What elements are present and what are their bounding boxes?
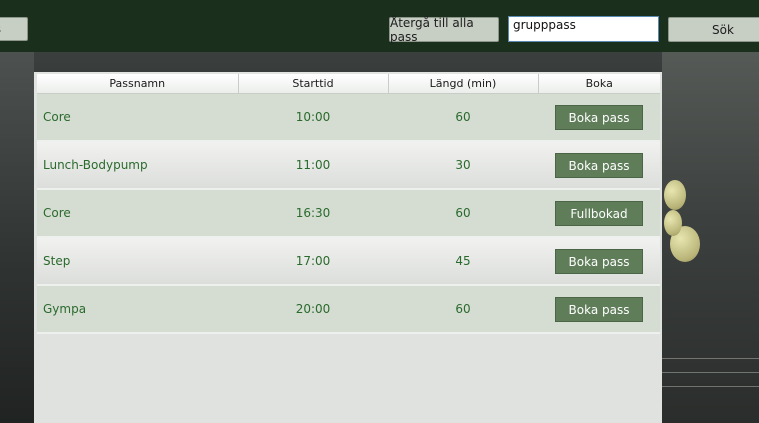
search-button[interactable]: Sök [668, 17, 759, 42]
session-start: 11:00 [238, 141, 388, 190]
balloon-decoration [664, 210, 682, 236]
railing-line [662, 358, 759, 359]
book-session-button[interactable]: Boka pass [555, 104, 643, 130]
fully-booked-button[interactable]: Fullbokad [555, 200, 643, 226]
search-button-label: Sök [712, 22, 734, 37]
book-session-button[interactable]: Boka pass [555, 248, 643, 274]
session-action-cell: Fullbokad [538, 189, 660, 238]
column-header-book[interactable]: Boka [538, 74, 660, 94]
session-name: Lunch-Bodypump [37, 141, 238, 190]
session-action-cell: Boka pass [538, 93, 660, 142]
session-length: 60 [388, 285, 538, 334]
session-start: 10:00 [238, 93, 388, 142]
session-start: 16:30 [238, 189, 388, 238]
table-row: Step 17:00 45 Boka pass [37, 237, 660, 286]
railing-line [662, 372, 759, 373]
session-name: Step [37, 237, 238, 286]
table-row: Core 10:00 60 Boka pass [37, 93, 660, 142]
session-start: 17:00 [238, 237, 388, 286]
table-header-row: Passnamn Starttid Längd (min) Boka [37, 74, 660, 94]
column-header-name[interactable]: Passnamn [37, 74, 239, 94]
balloon-decoration [664, 180, 686, 210]
table-row: Lunch-Bodypump 11:00 30 Boka pass [37, 141, 660, 190]
search-input[interactable] [508, 16, 659, 42]
session-start: 20:00 [238, 285, 388, 334]
session-action-cell: Boka pass [538, 285, 660, 334]
session-length: 45 [388, 237, 538, 286]
session-action-cell: Boka pass [538, 237, 660, 286]
session-name: Core [37, 189, 238, 238]
sessions-table: Passnamn Starttid Längd (min) Boka Core … [37, 74, 660, 334]
background-left-wall [0, 52, 34, 423]
session-name: Core [37, 93, 238, 142]
session-name: Gympa [37, 285, 238, 334]
column-header-start[interactable]: Starttid [238, 74, 389, 94]
left-nav-button-label: s [0, 22, 1, 36]
session-length: 60 [388, 189, 538, 238]
return-all-sessions-button[interactable]: Återgå till alla pass [389, 15, 499, 44]
session-length: 30 [388, 141, 538, 190]
session-length: 60 [388, 93, 538, 142]
column-header-length[interactable]: Längd (min) [388, 74, 539, 94]
railing-line [662, 386, 759, 387]
table-row: Core 16:30 60 Fullbokad [37, 189, 660, 238]
book-session-button[interactable]: Boka pass [555, 152, 643, 178]
return-all-sessions-label: Återgå till alla pass [390, 15, 474, 44]
left-nav-button[interactable]: s [0, 17, 28, 41]
book-session-button[interactable]: Boka pass [555, 296, 643, 322]
session-action-cell: Boka pass [538, 141, 660, 190]
table-row: Gympa 20:00 60 Boka pass [37, 285, 660, 334]
